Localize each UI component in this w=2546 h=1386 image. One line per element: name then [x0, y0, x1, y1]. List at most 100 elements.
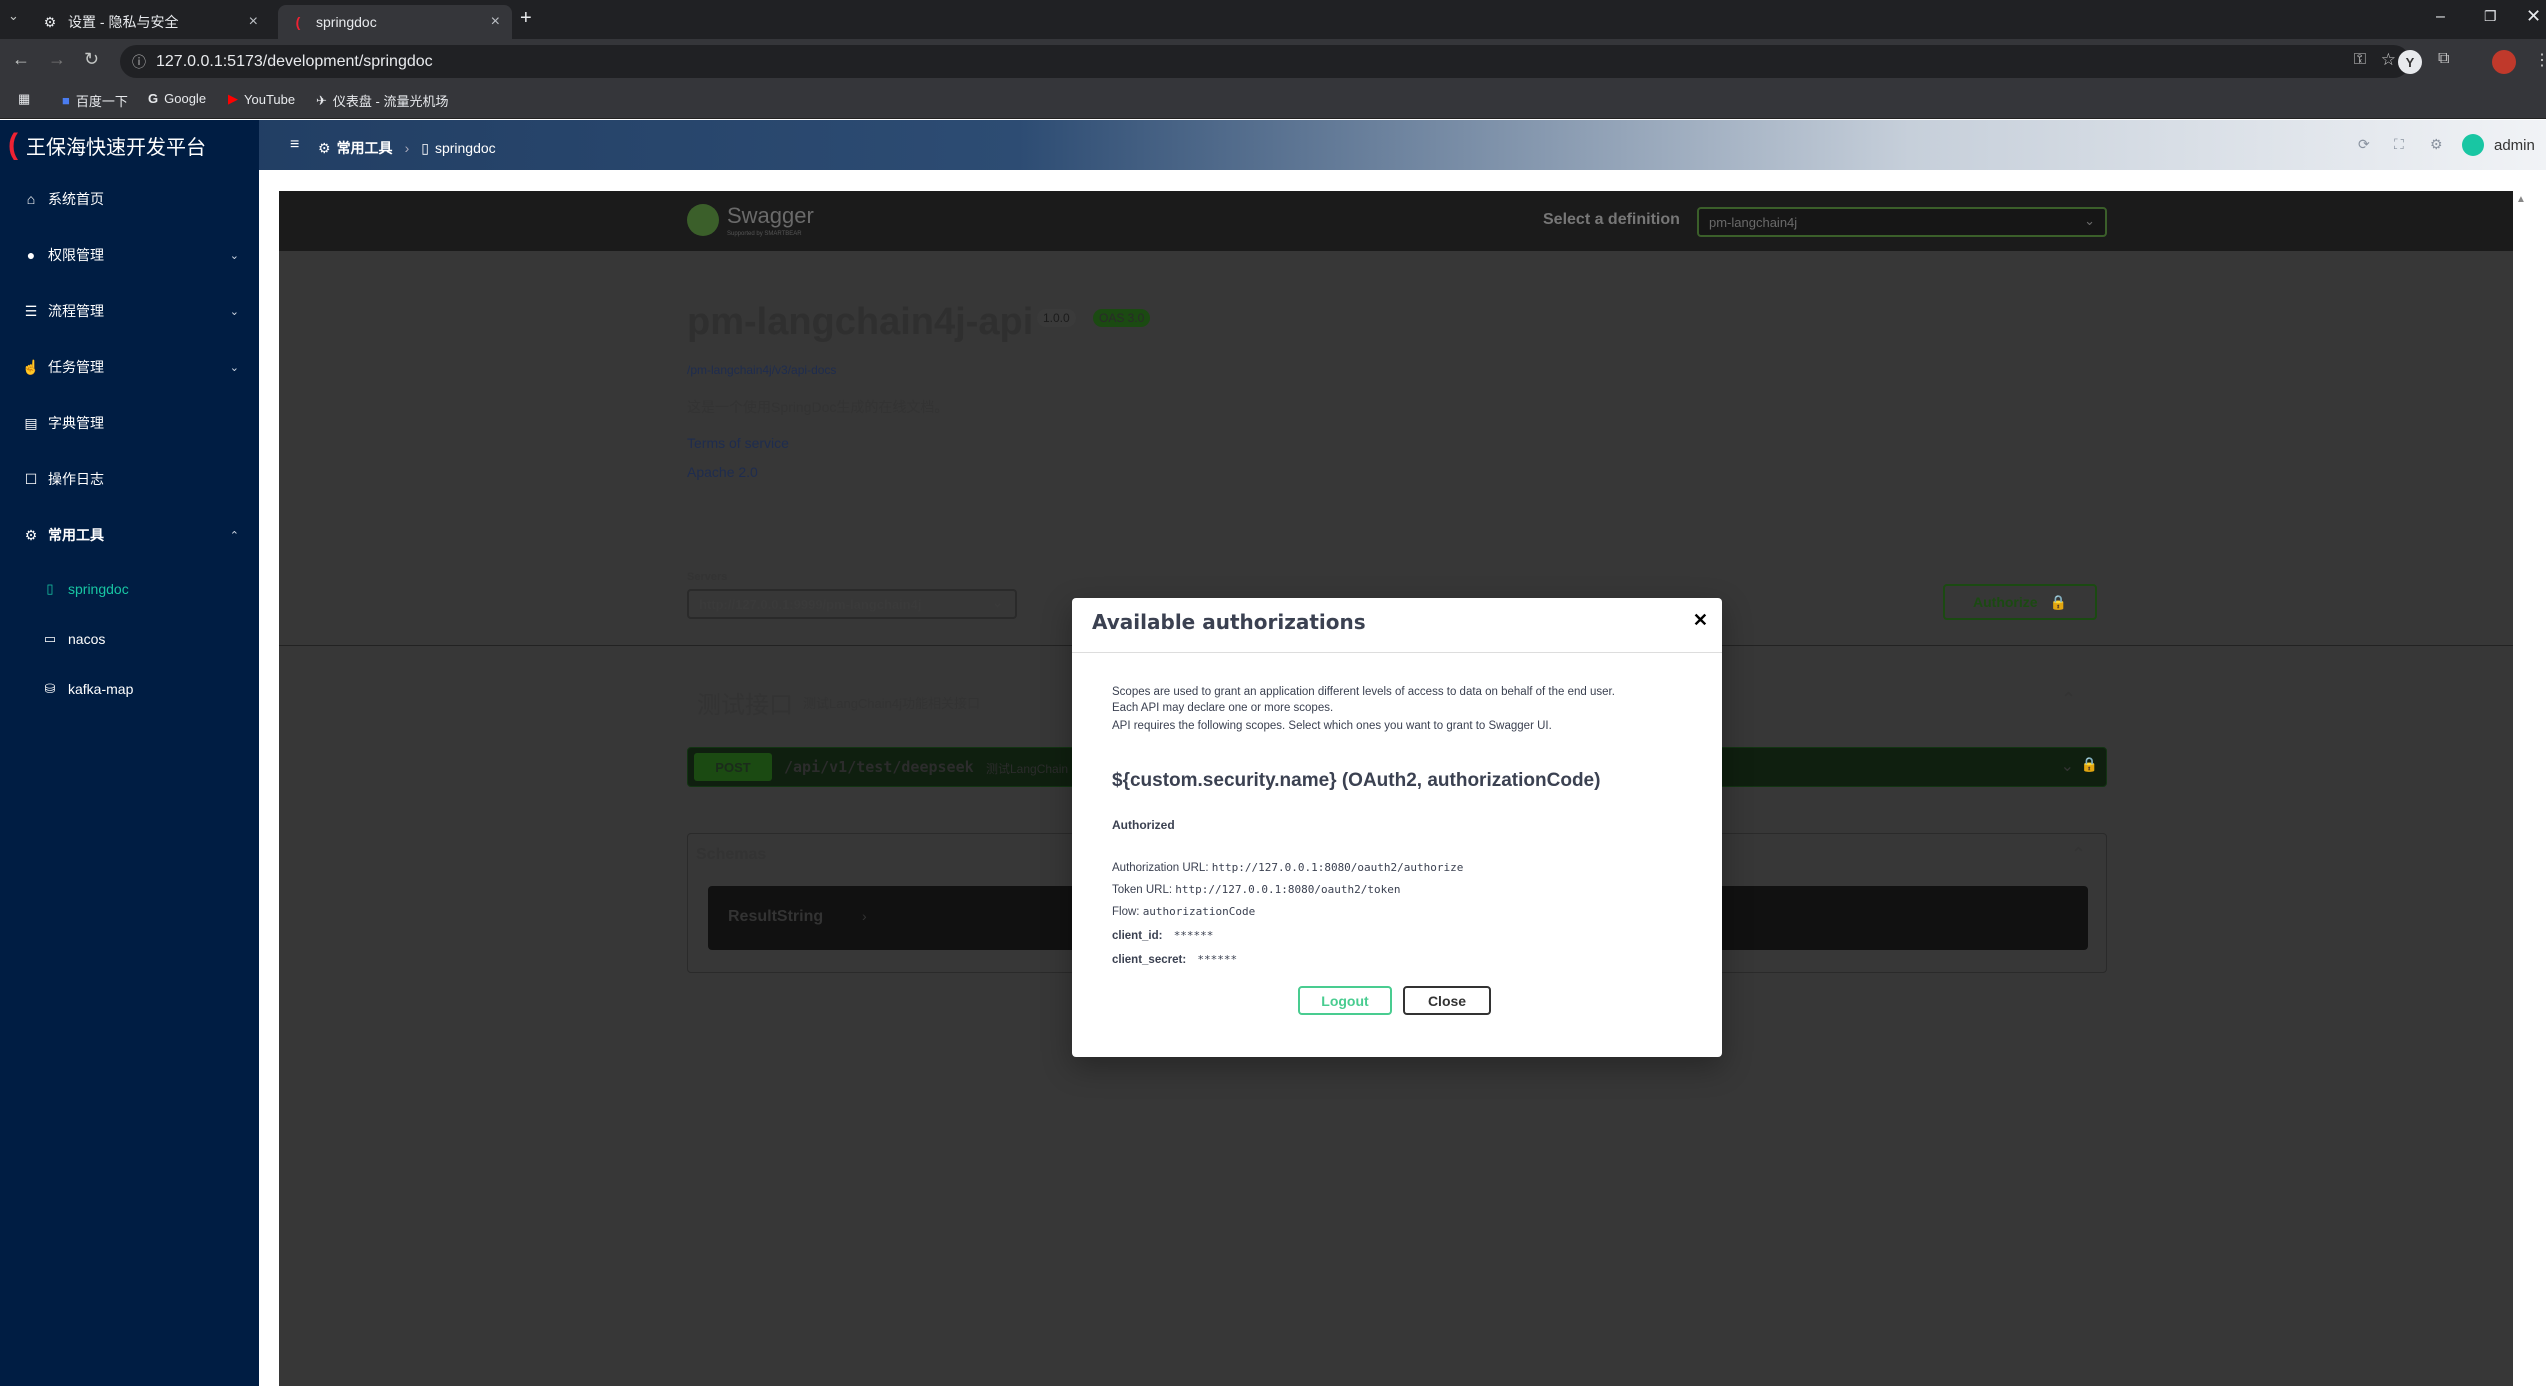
menu-toggle-icon[interactable]: ≡ [290, 136, 299, 154]
token-url-row: Token URL: http://127.0.0.1:8080/oauth2/… [1112, 883, 1401, 896]
chevron-up-icon[interactable]: ⌃ [2061, 689, 2076, 710]
close-tab-icon[interactable]: × [249, 13, 258, 31]
browser-tab-springdoc[interactable]: ( springdoc × [278, 5, 512, 39]
sidebar-item-kafka-map[interactable]: ⛁ kafka-map [0, 664, 259, 714]
app-logo-icon: ( [295, 14, 301, 30]
modal-divider [1072, 652, 1722, 653]
bookmarks-bar: ▦ ■ 百度一下 G Google ▶ YouTube ✈ 仪表盘 - 流量光机场 [0, 82, 2546, 119]
tab-search-icon[interactable]: ⌄ [8, 8, 19, 24]
authorize-button[interactable]: Authorize 🔒 [1943, 584, 2097, 620]
sidebar-item-dictionary[interactable]: ▤ 字典管理 [0, 398, 259, 448]
bookmark-google[interactable]: G Google [148, 91, 206, 106]
api-description: 这是一个使用SpringDoc生成的在线文档。 [687, 399, 949, 415]
new-tab-icon[interactable]: + [520, 7, 532, 30]
client-id-row: client_id: ****** [1112, 929, 1214, 942]
close-button[interactable]: Close [1403, 986, 1491, 1015]
close-icon[interactable]: ✕ [1693, 610, 1708, 631]
api-docs-link[interactable]: /pm-langchain4j/v3/api-docs [687, 363, 836, 377]
logout-button[interactable]: Logout [1298, 986, 1392, 1015]
sidebar-item-workflow[interactable]: ☰ 流程管理 ⌄ [0, 286, 259, 336]
bookmark-youtube[interactable]: ▶ YouTube [228, 91, 295, 107]
auth-url-row: Authorization URL: http://127.0.0.1:8080… [1112, 861, 1464, 874]
extensions-puzzle-icon[interactable]: ⧉ [2438, 50, 2449, 68]
scopes-explanation: Scopes are used to grant an application … [1112, 686, 1615, 732]
message-icon: ☐ [24, 470, 38, 487]
lock-icon[interactable]: 🔒 [2081, 756, 2098, 773]
flow-row: Flow: authorizationCode [1112, 905, 1256, 918]
swagger-logo-subtext: Supported by SMARTBEAR [727, 231, 802, 237]
tag-description: 测试LangChain4j功能相关接口 [803, 696, 981, 711]
breadcrumb: ⚙ 常用工具 › ▯ springdoc [318, 138, 496, 158]
profile-avatar[interactable] [2492, 50, 2516, 74]
extension-y-icon[interactable]: Y [2398, 50, 2422, 74]
sidebar-item-log[interactable]: ☐ 操作日志 [0, 454, 259, 504]
lock-icon: 🔒 [2049, 593, 2067, 610]
back-icon[interactable]: ← [12, 49, 30, 70]
close-tab-icon[interactable]: × [491, 13, 500, 31]
chevron-down-icon: ⌄ [2084, 213, 2095, 228]
restore-icon[interactable]: ❐ [2484, 8, 2497, 25]
page-icon: ▯ [421, 139, 429, 156]
server-select[interactable]: http://127.0.0.1:9999/pm-langchain4j ⌄ [687, 589, 1017, 619]
sidebar-item-permission[interactable]: ● 权限管理 ⌄ [0, 230, 259, 280]
close-window-icon[interactable]: ✕ [2526, 6, 2541, 27]
scroll-up-icon[interactable]: ▲ [2516, 194, 2526, 205]
sidebar-item-home[interactable]: ⌂ 系统首页 [0, 174, 259, 224]
browser-menu-icon[interactable]: ⋮ [2534, 50, 2546, 70]
definition-select[interactable]: pm-langchain4j ⌄ [1697, 207, 2107, 237]
reload-icon[interactable]: ↻ [84, 49, 99, 70]
bookmark-baidu[interactable]: ■ 百度一下 [62, 91, 128, 110]
monitor-icon: ▭ [43, 631, 57, 646]
google-icon: G [148, 91, 159, 106]
dashboard-icon: ✈ [316, 92, 327, 108]
forward-icon[interactable]: → [48, 49, 66, 70]
browser-tab-bar: ⌄ ⚙ 设置 - 隐私与安全 × ( springdoc × + – ❐ ✕ [0, 0, 2546, 39]
browser-tab-settings[interactable]: ⚙ 设置 - 隐私与安全 × [30, 5, 270, 39]
security-scheme-title: ${custom.security.name} (OAuth2, authori… [1112, 770, 1601, 791]
avatar[interactable] [2462, 134, 2484, 156]
bookmark-dashboard[interactable]: ✈ 仪表盘 - 流量光机场 [316, 91, 448, 110]
schemas-title[interactable]: Schemas [696, 846, 766, 864]
fullscreen-icon[interactable]: ⛶ [2394, 136, 2404, 153]
sidebar-item-tools[interactable]: ⚙ 常用工具 ⌃ [0, 510, 259, 560]
modal-title: Available authorizations [1092, 610, 1366, 634]
site-info-icon[interactable]: ⓘ [132, 52, 146, 72]
method-badge: POST [694, 753, 772, 781]
gear-icon: ⚙ [43, 13, 57, 30]
operation-path: /api/v1/test/deepseek [784, 758, 974, 776]
breadcrumb-item[interactable]: 常用工具 [337, 138, 393, 158]
user-icon: ● [26, 247, 36, 263]
chevron-down-icon[interactable]: ⌄ [2061, 756, 2074, 776]
gear-icon: ⚙ [318, 139, 331, 156]
sliders-icon: ☰ [24, 302, 38, 319]
apps-grid-icon[interactable]: ▦ [18, 91, 30, 107]
user-name[interactable]: admin [2494, 137, 2535, 154]
license-link[interactable]: Apache 2.0 [687, 464, 758, 480]
client-secret-value: ****** [1197, 953, 1238, 966]
auth-url: http://127.0.0.1:8080/oauth2/authorize [1211, 861, 1464, 874]
chevron-up-icon[interactable]: ⌃ [2071, 844, 2086, 865]
youtube-icon: ▶ [228, 91, 238, 106]
minimize-icon[interactable]: – [2436, 8, 2445, 26]
refresh-icon[interactable]: ⟳ [2358, 136, 2370, 153]
brand: ( 王保海快速开发平台 [0, 120, 259, 170]
tag-name[interactable]: 测试接口 [697, 685, 793, 720]
url-text: 127.0.0.1:5173/development/springdoc [156, 52, 433, 70]
page-icon: ▯ [46, 581, 54, 596]
bookmark-star-icon[interactable]: ☆ [2381, 50, 2396, 70]
sidebar-item-task[interactable]: ☝ 任务管理 ⌄ [0, 342, 259, 392]
select-definition-label: Select a definition [1543, 211, 1680, 228]
settings-icon[interactable]: ⚙ [2430, 136, 2443, 153]
brand-logo-icon: ( [8, 128, 18, 161]
password-key-icon[interactable]: ⚿ [2354, 51, 2366, 69]
url-input[interactable]: ⓘ 127.0.0.1:5173/development/springdoc ⚿… [120, 45, 2410, 78]
sidebar-item-nacos[interactable]: ▭ nacos [0, 614, 259, 664]
token-url: http://127.0.0.1:8080/oauth2/token [1175, 883, 1401, 896]
auth-modal: Available authorizations ✕ Scopes are us… [1072, 598, 1722, 1057]
oas-badge: OAS 3.0 [1093, 309, 1151, 327]
sidebar-item-springdoc[interactable]: ▯ springdoc [0, 564, 259, 614]
terms-link[interactable]: Terms of service [687, 435, 789, 451]
servers-label: Servers [687, 571, 728, 583]
book-icon: ▤ [24, 414, 38, 431]
home-icon: ⌂ [26, 191, 36, 207]
